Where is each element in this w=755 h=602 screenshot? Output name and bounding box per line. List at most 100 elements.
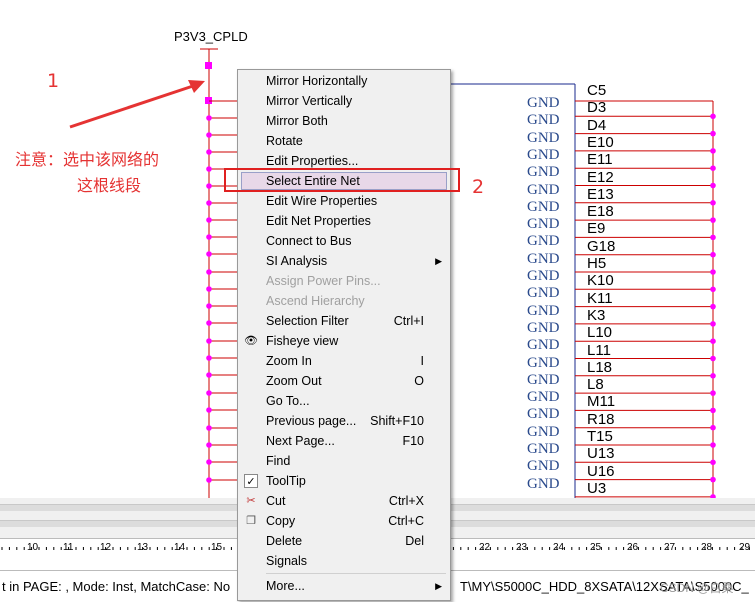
gnd-label: GND xyxy=(527,198,560,215)
menu-item-label: Edit Properties... xyxy=(266,154,359,168)
menu-item-mirror-horizontally[interactable]: Mirror Horizontally xyxy=(238,71,450,91)
menu-item-zoom-in[interactable]: Zoom In I xyxy=(238,351,450,371)
menu-item-zoom-out[interactable]: Zoom Out O xyxy=(238,371,450,391)
gnd-label: GND xyxy=(527,389,560,406)
junction-dot xyxy=(710,442,716,448)
menu-item-label: Mirror Both xyxy=(266,114,328,128)
junction-dot xyxy=(206,200,212,206)
menu-item-find[interactable]: Find xyxy=(238,451,450,471)
menu-item-delete[interactable]: Delete Del xyxy=(238,531,450,551)
pin-label: E11 xyxy=(587,151,613,169)
gnd-label: GND xyxy=(527,441,560,457)
menu-item-label: Rotate xyxy=(266,134,303,148)
gnd-label: GND xyxy=(527,475,560,492)
submenu-arrow-icon: ▶ xyxy=(435,256,442,266)
junction-dot xyxy=(710,269,716,275)
menu-item-go-to[interactable]: Go To... xyxy=(238,391,450,411)
menu-item-ascend-hierarchy: Ascend Hierarchy xyxy=(238,291,450,311)
pin-label: U16 xyxy=(587,462,615,480)
junction-dot xyxy=(710,407,716,414)
menu-item-connect-to-bus[interactable]: Connect to Bus xyxy=(238,231,450,251)
gnd-label: GND xyxy=(527,406,560,423)
junction-dot xyxy=(710,355,716,362)
menu-item-shortcut: Ctrl+C xyxy=(388,514,424,528)
menu-item-label: Delete xyxy=(266,534,303,548)
menu-item-fisheye-view[interactable]: 👁 Fisheye view xyxy=(238,331,450,351)
menu-item-label: Signals xyxy=(266,554,307,568)
menu-item-label: Edit Net Properties xyxy=(266,214,371,228)
menu-item-previous-page[interactable]: Previous page... Shift+F10 xyxy=(238,411,450,431)
pin-label: L10 xyxy=(587,324,613,342)
pin-label: T15 xyxy=(587,428,613,445)
power-net-label: P3V3_CPLD xyxy=(174,29,248,44)
junction-dot xyxy=(206,459,212,465)
junction-dot xyxy=(206,269,212,275)
annotation-arrow-shaft xyxy=(69,83,197,129)
gnd-label: GND xyxy=(527,129,560,146)
pin-label: E18 xyxy=(587,203,614,221)
junction-dot xyxy=(206,132,212,138)
menu-item-label: SI Analysis xyxy=(266,254,328,268)
junction-dot xyxy=(206,183,212,189)
pin-label: L8 xyxy=(587,376,604,394)
menu-item-mirror-vertically[interactable]: Mirror Vertically xyxy=(238,91,450,111)
gnd-label: GND xyxy=(527,337,560,354)
junction-dot xyxy=(206,303,212,309)
annotation-note-line2: 这根线段 xyxy=(77,176,142,195)
menu-item-label: Mirror Horizontally xyxy=(266,74,368,88)
junction-dot xyxy=(710,113,716,120)
menu-item-si-analysis[interactable]: SI Analysis ▶ xyxy=(238,251,450,271)
pin-label: K3 xyxy=(587,306,606,324)
pin-label: D4 xyxy=(587,116,607,134)
pin-label: E10 xyxy=(587,133,614,151)
gnd-label: GND xyxy=(527,216,560,233)
menu-item-copy[interactable]: ❐ Copy Ctrl+C xyxy=(238,511,450,531)
gnd-label: GND xyxy=(527,268,560,284)
menu-item-selection-filter[interactable]: Selection Filter Ctrl+I xyxy=(238,311,450,331)
pin-label: D3 xyxy=(587,99,607,117)
pin-label: H5 xyxy=(587,255,607,272)
menu-item-label: Previous page... xyxy=(266,414,357,428)
menu-item-rotate[interactable]: Rotate xyxy=(238,131,450,151)
junction-dot xyxy=(206,355,212,361)
gnd-label: GND xyxy=(527,181,560,198)
menu-item-cut[interactable]: ✂ Cut Ctrl+X xyxy=(238,491,450,511)
menu-item-signals[interactable]: Signals xyxy=(238,551,450,571)
menu-item-label: ToolTip xyxy=(266,474,306,488)
menu-item-more[interactable]: More... ▶ xyxy=(238,576,450,596)
check-icon: ✓ xyxy=(244,474,258,488)
junction-dot xyxy=(710,200,716,206)
gnd-label: GND xyxy=(527,423,560,440)
junction-dot xyxy=(710,390,716,396)
menu-item-edit-wire-properties[interactable]: Edit Wire Properties xyxy=(238,191,450,211)
junction-dot xyxy=(206,234,212,240)
junction-dot xyxy=(206,320,212,326)
junction-dot xyxy=(710,424,716,431)
menu-item-label: Go To... xyxy=(266,394,310,408)
pin-label: L18 xyxy=(587,358,613,376)
annotation-number-2: 2 xyxy=(472,176,485,198)
junction-dot xyxy=(206,425,212,431)
menu-item-label: Find xyxy=(266,454,291,468)
pin-label: K11 xyxy=(587,289,613,307)
menu-item-label: Assign Power Pins... xyxy=(266,274,381,288)
menu-item-next-page[interactable]: Next Page... F10 xyxy=(238,431,450,451)
gnd-label: GND xyxy=(527,112,560,129)
pin-label: M11 xyxy=(587,393,616,411)
annotation-number-1: 1 xyxy=(47,70,60,92)
gnd-label: GND xyxy=(527,146,560,163)
junction-dot xyxy=(710,321,716,327)
pin-label: G18 xyxy=(587,237,616,255)
pin-label: U3 xyxy=(587,479,607,497)
pin-label: E13 xyxy=(587,185,614,203)
gnd-label: GND xyxy=(527,354,560,371)
menu-item-label: Mirror Vertically xyxy=(266,94,353,108)
junction-dot xyxy=(206,442,212,448)
status-left-text: t in PAGE: , Mode: Inst, MatchCase: No xyxy=(2,579,231,594)
junction-dot xyxy=(710,217,716,223)
gnd-label: GND xyxy=(527,233,560,250)
watermark: CSDN @白桑 xyxy=(660,581,734,595)
menu-item-tooltip[interactable]: ✓ ToolTip xyxy=(238,471,450,491)
menu-item-mirror-both[interactable]: Mirror Both xyxy=(238,111,450,131)
menu-item-edit-net-properties[interactable]: Edit Net Properties xyxy=(238,211,450,231)
